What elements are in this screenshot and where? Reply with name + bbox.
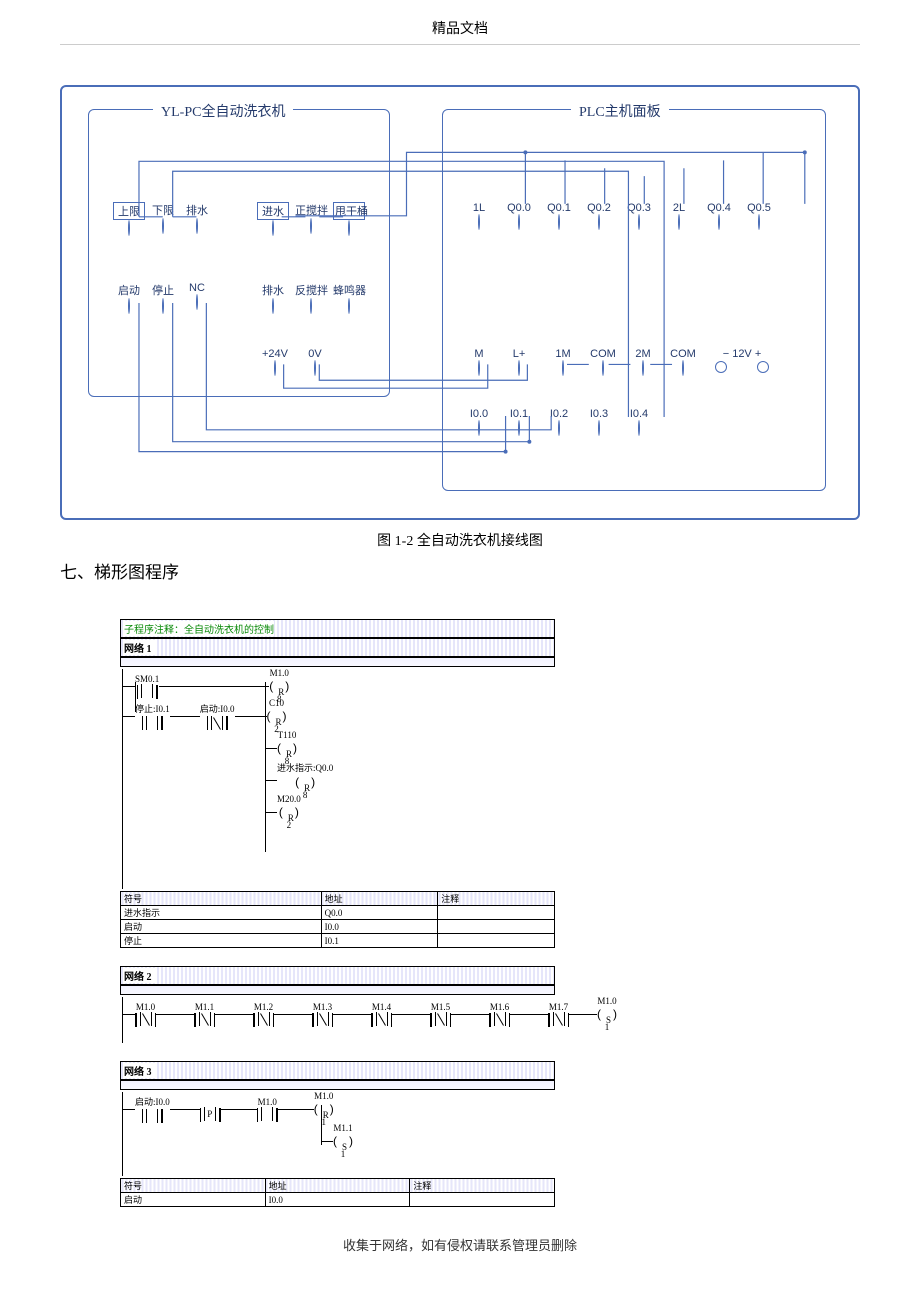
terminal: Q0.5 [743,202,775,230]
terminal: M [463,348,495,376]
contact-nc: M1.5 [430,1002,451,1027]
washer-panel: YL-PC全自动洗衣机 上限 下限 排水 进水 正搅拌 甩干桶 启动 停止 NC… [88,109,390,397]
net3-title: 网络 3 [124,1063,156,1078]
terminal: I0.2 [543,408,575,436]
terminal: L+ [503,348,535,376]
wiring-caption: 图 1-2 全自动洗衣机接线图 [60,530,860,550]
terminal: Q0.1 [543,202,575,230]
ladder-program: 子程序注释：全自动洗衣机的控制 网络 1 SM0.1 M1.0(R)8 停止:I… [120,619,800,1207]
contact-nc: M1.2 [253,1002,274,1027]
terminal: 2M [627,348,659,376]
terminal: I0.4 [623,408,655,436]
coil: M20.0(R)2 [277,794,301,830]
washer-panel-title: YL-PC全自动洗衣机 [153,101,293,121]
coil: M1.0(S)1 [597,996,617,1032]
terminal: 反搅拌 [295,282,327,314]
terminal: 正搅拌 [295,202,327,234]
terminal: 进水 [257,202,289,236]
terminal: − 12V + [707,348,777,373]
terminal: 上限 [113,202,145,236]
contact-nc: M1.7 [548,1002,569,1027]
terminal: 0V [299,348,331,376]
contact: 启动:I0.0 [135,1095,170,1123]
contact-nc: M1.0 [135,1002,156,1027]
contact: SM0.1 [135,674,159,699]
contact-nc: M1.4 [371,1002,392,1027]
wiring-diagram: YL-PC全自动洗衣机 上限 下限 排水 进水 正搅拌 甩干桶 启动 停止 NC… [60,85,860,520]
plc-panel-title: PLC主机面板 [571,101,669,121]
terminal: Q0.3 [623,202,655,230]
terminal: COM [667,348,699,376]
terminal: NC [181,282,213,310]
page-footer: 收集于网络，如有侵权请联系管理员删除 [60,1235,860,1254]
terminal: 下限 [147,202,179,234]
terminal: COM [587,348,619,376]
contact-nc: M1.3 [312,1002,333,1027]
terminal: 蜂鸣器 [333,282,365,314]
terminal: Q0.4 [703,202,735,230]
terminal: 停止 [147,282,179,314]
terminal: I0.3 [583,408,615,436]
symbol-table: 符号地址注释 进水指示Q0.0 启动I0.0 停止I0.1 [120,891,555,948]
terminal: I0.1 [503,408,535,436]
net2-title: 网络 2 [124,968,156,983]
section-title: 七、梯形图程序 [60,558,860,583]
terminal: 1M [547,348,579,376]
coil: M1.1(S)1 [333,1123,353,1159]
symbol-table: 符号地址注释 启动I0.0 [120,1178,555,1207]
terminal: Q0.0 [503,202,535,230]
terminal: Q0.2 [583,202,615,230]
terminal: 启动 [113,282,145,314]
terminal: 甩干桶 [333,202,365,236]
net1-title: 网络 1 [124,640,156,655]
terminal: 1L [463,202,495,230]
contact-nc: 启动:I0.0 [200,702,235,730]
contact-p: P [200,1097,221,1122]
coil: M1.0(R)1 [314,1091,334,1127]
terminal: I0.0 [463,408,495,436]
contact-nc: M1.6 [489,1002,510,1027]
contact: 停止:I0.1 [135,702,170,730]
page-header: 精品文档 [60,0,860,45]
subprogram-comment: 子程序注释：全自动洗衣机的控制 [120,619,555,638]
terminal: 排水 [181,202,213,234]
terminal: +24V [259,348,291,376]
plc-panel: PLC主机面板 1L Q0.0 Q0.1 Q0.2 Q0.3 2L Q0.4 Q… [442,109,826,491]
contact: M1.0 [257,1097,278,1122]
contact-nc: M1.1 [194,1002,215,1027]
terminal: 2L [663,202,695,230]
coil: C10(R)2 [267,698,287,734]
terminal: 排水 [257,282,289,314]
